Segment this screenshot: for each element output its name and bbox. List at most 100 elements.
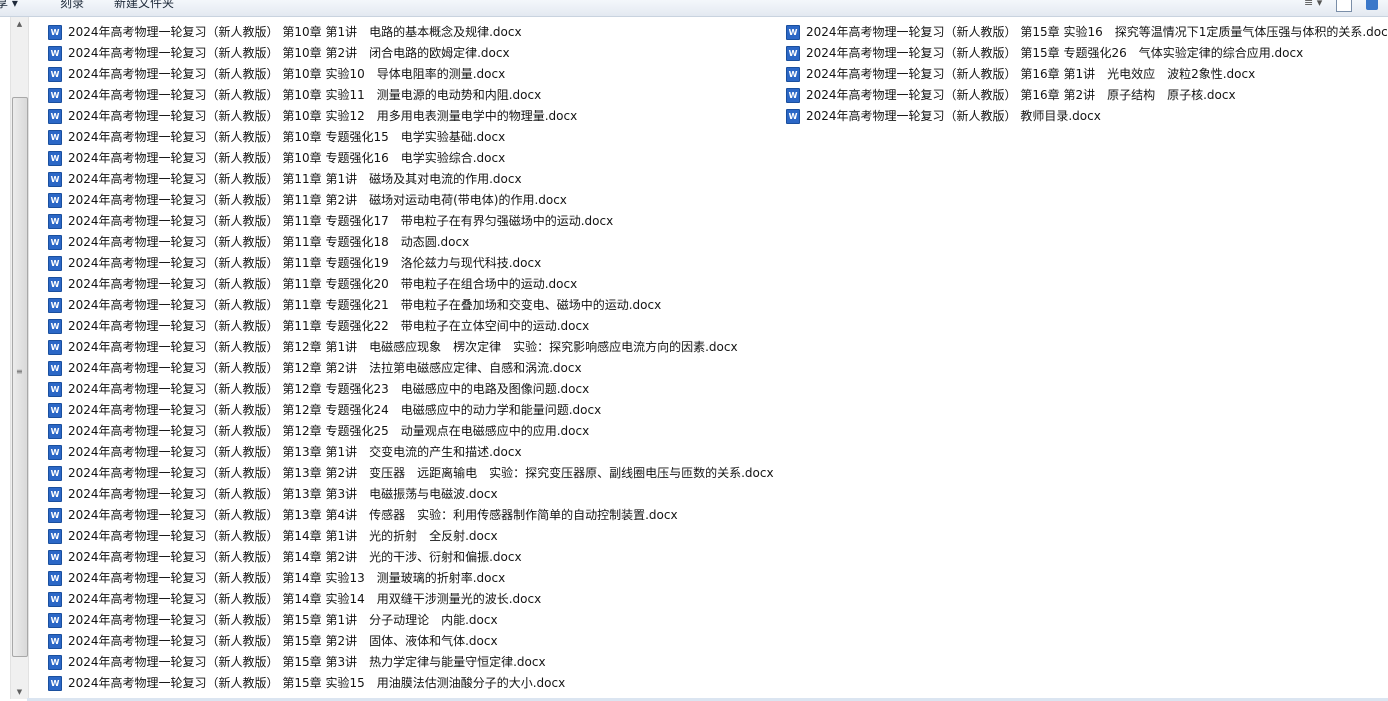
file-item[interactable]: W 2024年高考物理一轮复习（新人教版） 第11章 第1讲 磁场及其对电流的作用… <box>48 169 522 190</box>
file-item[interactable]: W 2024年高考物理一轮复习（新人教版） 第10章 专题强化16 电学实验综合.… <box>48 148 505 169</box>
file-name: 2024年高考物理一轮复习（新人教版） 第10章 专题强化15 电学实验基础.d… <box>68 130 506 144</box>
file-item[interactable]: W 2024年高考物理一轮复习（新人教版） 第12章 专题强化24 电磁感应中的动… <box>48 400 601 421</box>
file-name: 2024年高考物理一轮复习（新人教版） 第11章 第1讲 磁场及其对电流的作用.… <box>68 172 522 186</box>
file-name: 2024年高考物理一轮复习（新人教版） 第10章 实验11 测量电源的电动势和内… <box>68 88 542 102</box>
word-document-icon: W <box>48 529 62 544</box>
scroll-down-arrow-icon[interactable]: ▼ <box>11 685 28 699</box>
word-document-icon: W <box>48 445 62 460</box>
file-item[interactable]: W 2024年高考物理一轮复习（新人教版） 第10章 实验12 用多用电表测量电学… <box>48 106 577 127</box>
file-item[interactable]: W 2024年高考物理一轮复习（新人教版） 第15章 第2讲 固体、液体和气体.d… <box>48 631 498 652</box>
word-document-icon: W <box>48 109 62 124</box>
file-name: 2024年高考物理一轮复习（新人教版） 第11章 专题强化20 带电粒子在组合场… <box>68 277 578 291</box>
file-item[interactable]: W 2024年高考物理一轮复习（新人教版） 第13章 第3讲 电磁振荡与电磁波.d… <box>48 484 498 505</box>
file-item[interactable]: W 2024年高考物理一轮复习（新人教版） 第10章 实验10 导体电阻率的测量.… <box>48 64 505 85</box>
file-item[interactable]: W 2024年高考物理一轮复习（新人教版） 第15章 实验16 探究等温情况下1定… <box>786 22 1388 43</box>
file-item[interactable]: W 2024年高考物理一轮复习（新人教版） 第11章 专题强化22 带电粒子在立体… <box>48 316 589 337</box>
word-document-icon: W <box>48 172 62 187</box>
word-document-icon: W <box>786 46 800 61</box>
word-document-icon: W <box>48 361 62 376</box>
file-item[interactable]: W 2024年高考物理一轮复习（新人教版） 第12章 第2讲 法拉第电磁感应定律、… <box>48 358 582 379</box>
file-item[interactable]: W 2024年高考物理一轮复习（新人教版） 第16章 第1讲 光电效应 波粒2象性… <box>786 64 1255 85</box>
file-name: 2024年高考物理一轮复习（新人教版） 第13章 第1讲 交变电流的产生和描述.… <box>68 445 522 459</box>
word-document-icon: W <box>48 130 62 145</box>
file-name: 2024年高考物理一轮复习（新人教版） 第10章 实验12 用多用电表测量电学中… <box>68 109 578 123</box>
file-name: 2024年高考物理一轮复习（新人教版） 第11章 专题强化22 带电粒子在立体空… <box>68 319 590 333</box>
scroll-up-arrow-icon[interactable]: ▲ <box>11 17 28 31</box>
file-item[interactable]: W 2024年高考物理一轮复习（新人教版） 第10章 第2讲 闭合电路的欧姆定律.… <box>48 43 510 64</box>
file-item[interactable]: W 2024年高考物理一轮复习（新人教版） 第14章 实验14 用双缝干涉测量光的… <box>48 589 541 610</box>
file-item[interactable]: W 2024年高考物理一轮复习（新人教版） 第13章 第1讲 交变电流的产生和描述… <box>48 442 522 463</box>
file-item[interactable]: W 2024年高考物理一轮复习（新人教版） 第10章 专题强化15 电学实验基础.… <box>48 127 505 148</box>
file-item[interactable]: W 2024年高考物理一轮复习（新人教版） 第15章 专题强化26 气体实验定律的… <box>786 43 1303 64</box>
navigation-pane-edge <box>0 17 10 701</box>
word-document-icon: W <box>786 67 800 82</box>
file-name: 2024年高考物理一轮复习（新人教版） 第10章 第1讲 电路的基本概念及规律.… <box>68 25 522 39</box>
file-name: 2024年高考物理一轮复习（新人教版） 第10章 实验10 导体电阻率的测量.d… <box>68 67 506 81</box>
file-item[interactable]: W 2024年高考物理一轮复习（新人教版） 第11章 专题强化20 带电粒子在组合… <box>48 274 577 295</box>
word-document-icon: W <box>48 46 62 61</box>
file-item[interactable]: W 2024年高考物理一轮复习（新人教版） 第13章 第2讲 变压器 远距离输电 … <box>48 463 774 484</box>
file-name: 2024年高考物理一轮复习（新人教版） 第14章 第2讲 光的干涉、衍射和偏振.… <box>68 550 522 564</box>
word-document-icon: W <box>48 508 62 523</box>
word-document-icon: W <box>48 676 62 691</box>
word-document-icon: W <box>48 382 62 397</box>
file-item[interactable]: W 2024年高考物理一轮复习（新人教版） 第12章 专题强化23 电磁感应中的电… <box>48 379 589 400</box>
file-name: 2024年高考物理一轮复习（新人教版） 第11章 专题强化17 带电粒子在有界匀… <box>68 214 614 228</box>
word-document-icon: W <box>48 277 62 292</box>
file-item[interactable]: W 2024年高考物理一轮复习（新人教版） 第13章 第4讲 传感器 实验：利用传… <box>48 505 678 526</box>
word-document-icon: W <box>48 88 62 103</box>
word-document-icon: W <box>48 256 62 271</box>
file-item[interactable]: W 2024年高考物理一轮复习（新人教版） 第11章 专题强化17 带电粒子在有界… <box>48 211 613 232</box>
file-name: 2024年高考物理一轮复习（新人教版） 第16章 第1讲 光电效应 波粒2象性.… <box>806 67 1256 81</box>
file-name: 2024年高考物理一轮复习（新人教版） 第15章 第1讲 分子动理论 内能.do… <box>68 613 498 627</box>
file-item[interactable]: W 2024年高考物理一轮复习（新人教版） 第14章 实验13 测量玻璃的折射率.… <box>48 568 505 589</box>
file-name: 2024年高考物理一轮复习（新人教版） 第12章 专题强化25 动量观点在电磁感… <box>68 424 590 438</box>
file-name: 2024年高考物理一轮复习（新人教版） 第15章 第3讲 热力学定律与能量守恒定… <box>68 655 546 669</box>
file-item[interactable]: W 2024年高考物理一轮复习（新人教版） 第15章 第3讲 热力学定律与能量守恒… <box>48 652 546 673</box>
file-name: 2024年高考物理一轮复习（新人教版） 第11章 专题强化18 动态圆.docx <box>68 235 470 249</box>
share-menu-button[interactable]: 享 ▾ <box>0 0 18 11</box>
word-document-icon: W <box>48 298 62 313</box>
file-name: 2024年高考物理一轮复习（新人教版） 第12章 第1讲 电磁感应现象 楞次定律… <box>68 340 738 354</box>
file-item[interactable]: W 2024年高考物理一轮复习（新人教版） 第15章 第1讲 分子动理论 内能.d… <box>48 610 498 631</box>
file-name: 2024年高考物理一轮复习（新人教版） 第14章 实验14 用双缝干涉测量光的波… <box>68 592 542 606</box>
file-item[interactable]: W 2024年高考物理一轮复习（新人教版） 教师目录.docx <box>786 106 1101 127</box>
file-name: 2024年高考物理一轮复习（新人教版） 教师目录.docx <box>806 109 1101 123</box>
word-document-icon: W <box>786 25 800 40</box>
file-name: 2024年高考物理一轮复习（新人教版） 第13章 第4讲 传感器 实验：利用传感… <box>68 508 678 522</box>
file-name: 2024年高考物理一轮复习（新人教版） 第10章 第2讲 闭合电路的欧姆定律.d… <box>68 46 510 60</box>
file-item[interactable]: W 2024年高考物理一轮复习（新人教版） 第14章 第2讲 光的干涉、衍射和偏振… <box>48 547 522 568</box>
file-item[interactable]: W 2024年高考物理一轮复习（新人教版） 第10章 第1讲 电路的基本概念及规律… <box>48 22 522 43</box>
file-item[interactable]: W 2024年高考物理一轮复习（新人教版） 第11章 第2讲 磁场对运动电荷(带电… <box>48 190 567 211</box>
file-name: 2024年高考物理一轮复习（新人教版） 第13章 第2讲 变压器 远距离输电 实… <box>68 466 774 480</box>
word-document-icon: W <box>48 424 62 439</box>
file-name: 2024年高考物理一轮复习（新人教版） 第11章 第2讲 磁场对运动电荷(带电体… <box>68 193 567 207</box>
file-item[interactable]: W 2024年高考物理一轮复习（新人教版） 第11章 专题强化18 动态圆.doc… <box>48 232 469 253</box>
file-name: 2024年高考物理一轮复习（新人教版） 第12章 专题强化24 电磁感应中的动力… <box>68 403 602 417</box>
word-document-icon: W <box>48 403 62 418</box>
word-document-icon: W <box>48 151 62 166</box>
word-document-icon: W <box>786 88 800 103</box>
word-document-icon: W <box>48 655 62 670</box>
file-item[interactable]: W 2024年高考物理一轮复习（新人教版） 第10章 实验11 测量电源的电动势和… <box>48 85 541 106</box>
file-name: 2024年高考物理一轮复习（新人教版） 第14章 第1讲 光的折射 全反射.do… <box>68 529 498 543</box>
file-item[interactable]: W 2024年高考物理一轮复习（新人教版） 第12章 专题强化25 动量观点在电磁… <box>48 421 589 442</box>
file-item[interactable]: W 2024年高考物理一轮复习（新人教版） 第11章 专题强化19 洛伦兹力与现代… <box>48 253 541 274</box>
scrollbar-thumb[interactable]: ≡ <box>12 97 28 657</box>
file-name: 2024年高考物理一轮复习（新人教版） 第11章 专题强化19 洛伦兹力与现代科… <box>68 256 542 270</box>
file-name: 2024年高考物理一轮复习（新人教版） 第15章 专题强化26 气体实验定律的综… <box>806 46 1304 60</box>
file-name: 2024年高考物理一轮复习（新人教版） 第10章 专题强化16 电学实验综合.d… <box>68 151 506 165</box>
file-item[interactable]: W 2024年高考物理一轮复习（新人教版） 第15章 实验15 用油膜法估测油酸分… <box>48 673 565 694</box>
word-document-icon: W <box>48 235 62 250</box>
word-document-icon: W <box>786 109 800 124</box>
word-document-icon: W <box>48 592 62 607</box>
file-item[interactable]: W 2024年高考物理一轮复习（新人教版） 第14章 第1讲 光的折射 全反射.d… <box>48 526 498 547</box>
word-document-icon: W <box>48 67 62 82</box>
word-document-icon: W <box>48 193 62 208</box>
file-item[interactable]: W 2024年高考物理一轮复习（新人教版） 第16章 第2讲 原子结构 原子核.d… <box>786 85 1236 106</box>
scroll-grip-icon: ≡ <box>16 367 23 376</box>
file-item[interactable]: W 2024年高考物理一轮复习（新人教版） 第11章 专题强化21 带电粒子在叠加… <box>48 295 661 316</box>
file-item[interactable]: W 2024年高考物理一轮复习（新人教版） 第12章 第1讲 电磁感应现象 楞次定… <box>48 337 738 358</box>
file-name: 2024年高考物理一轮复习（新人教版） 第16章 第2讲 原子结构 原子核.do… <box>806 88 1236 102</box>
vertical-scrollbar[interactable]: ▲ ≡ ▼ <box>10 17 29 699</box>
